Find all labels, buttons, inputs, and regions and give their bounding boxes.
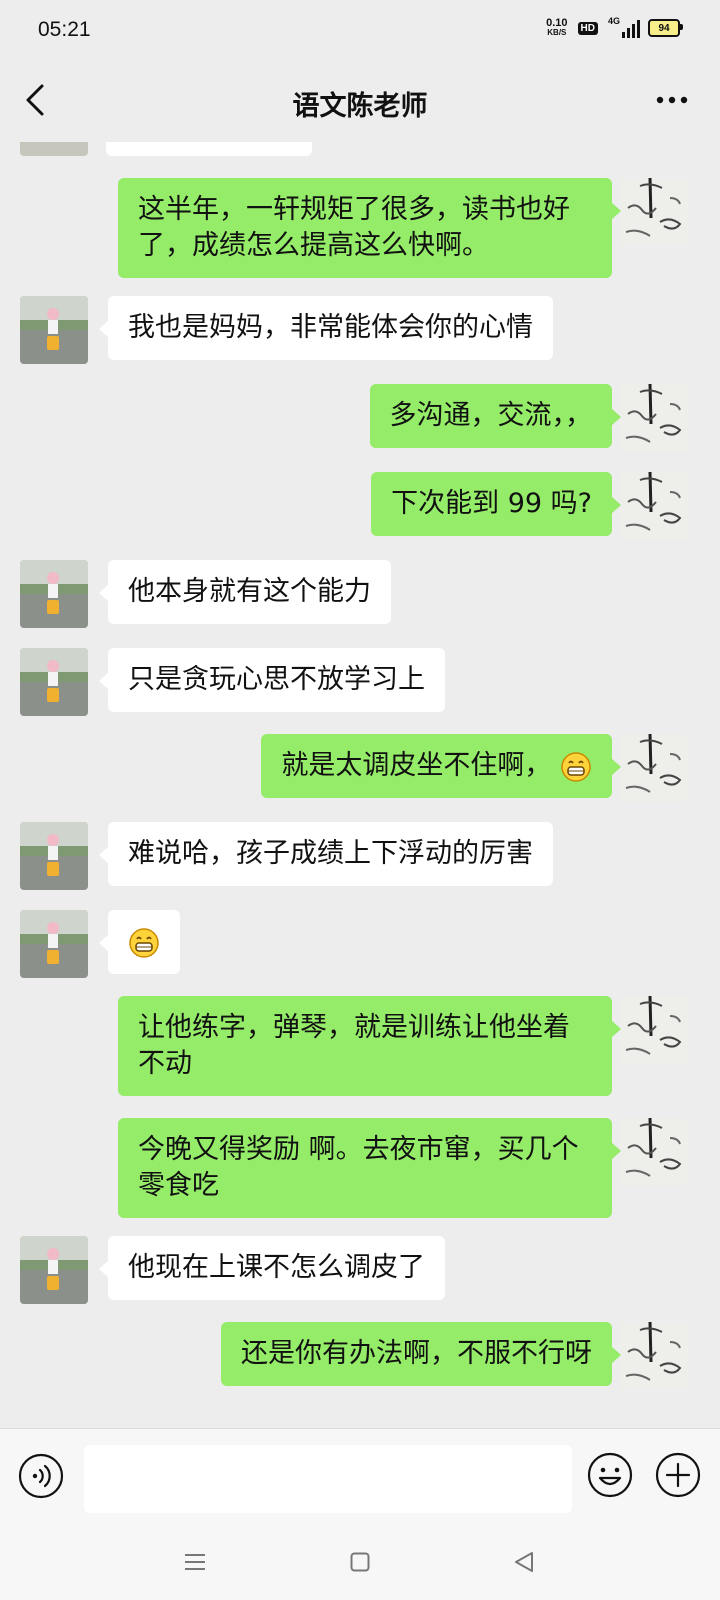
system-nav-bar <box>0 1532 720 1600</box>
battery-icon: 94 <box>648 19 683 37</box>
message-list[interactable]: 这半年，一轩规矩了很多，读书也好了，成绩怎么提高这么快啊。 我也是妈妈，非常能体… <box>0 142 720 1428</box>
message-bubble[interactable]: 他现在上课不怎么调皮了 <box>99 1236 445 1300</box>
hd-icon: HD <box>577 21 598 35</box>
my-avatar[interactable] <box>620 734 688 802</box>
my-avatar[interactable] <box>620 178 688 246</box>
contact-avatar[interactable] <box>20 1236 88 1304</box>
my-avatar[interactable] <box>620 384 688 452</box>
plus-icon <box>655 1452 701 1498</box>
menu-icon <box>185 1554 205 1570</box>
contact-avatar[interactable] <box>20 296 88 364</box>
message-bubble[interactable]: 这半年，一轩规矩了很多，读书也好了，成绩怎么提高这么快啊。 <box>118 178 621 278</box>
grin-emoji-icon <box>561 751 591 782</box>
grin-emoji-icon <box>129 927 159 958</box>
system-back-button[interactable] <box>512 1550 536 1574</box>
battery-level: 94 <box>658 22 670 34</box>
message-bubble[interactable]: 我也是妈妈，非常能体会你的心情 <box>99 296 553 360</box>
partial-bubble <box>106 142 312 156</box>
contact-avatar[interactable] <box>20 822 88 890</box>
my-avatar[interactable] <box>620 1322 688 1390</box>
message-input[interactable] <box>84 1445 572 1513</box>
voice-button[interactable] <box>18 1453 64 1499</box>
chat-title: 语文陈老师 <box>292 91 428 122</box>
message-bubble[interactable]: 下次能到 99 吗? <box>371 472 621 536</box>
message-bubble[interactable]: 多沟通，交流，， <box>369 384 621 448</box>
network-type: 4G <box>608 16 621 26</box>
message-bubble[interactable]: 他本身就有这个能力 <box>99 560 391 624</box>
message-bubble[interactable]: 还是你有办法啊，不服不行呀 <box>221 1322 621 1386</box>
message-bubble[interactable]: 难说哈，孩子成绩上下浮动的厉害 <box>99 822 553 886</box>
net-speed-unit: KB/S <box>547 28 567 37</box>
message-bubble[interactable]: 今晚又得奖励 啊。去夜市窜，买几个零食吃 <box>118 1118 621 1218</box>
square-icon <box>350 1552 370 1572</box>
more-dots-icon <box>656 96 688 104</box>
my-avatar[interactable] <box>620 1118 688 1186</box>
more-button[interactable] <box>654 90 694 110</box>
partial-message <box>20 142 88 156</box>
my-avatar[interactable] <box>620 472 688 540</box>
message-bubble[interactable]: 就是太调皮坐不住啊， <box>261 734 621 798</box>
contact-avatar[interactable] <box>20 648 88 716</box>
emoji-button[interactable] <box>586 1451 634 1499</box>
status-time: 05:21 <box>38 18 91 41</box>
recent-apps-button[interactable] <box>183 1550 207 1574</box>
status-bar: 05:21 0.10 KB/S HD 4G 94 <box>0 0 720 62</box>
status-icons: 0.10 KB/S HD 4G 94 <box>546 16 683 38</box>
my-avatar[interactable] <box>620 996 688 1064</box>
triangle-back-icon <box>515 1552 533 1572</box>
message-text: 就是太调皮坐不住啊， <box>281 750 552 781</box>
input-bar <box>0 1428 720 1533</box>
net-speed-value: 0.10 <box>546 17 568 29</box>
more-functions-button[interactable] <box>654 1451 702 1499</box>
home-button[interactable] <box>350 1552 370 1572</box>
message-bubble[interactable]: 让他练字，弹琴，就是训练让他坐着不动 <box>118 996 621 1096</box>
message-bubble[interactable]: 只是贪玩心思不放学习上 <box>99 648 445 712</box>
message-bubble[interactable] <box>99 910 180 974</box>
chat-header: 语文陈老师 <box>0 62 720 142</box>
contact-avatar[interactable] <box>20 560 88 628</box>
voice-icon <box>18 1453 64 1499</box>
signal-icon: 4G <box>608 16 640 38</box>
emoji-icon <box>587 1452 633 1498</box>
contact-avatar[interactable] <box>20 910 88 978</box>
net-speed: 0.10 KB/S <box>546 18 567 38</box>
